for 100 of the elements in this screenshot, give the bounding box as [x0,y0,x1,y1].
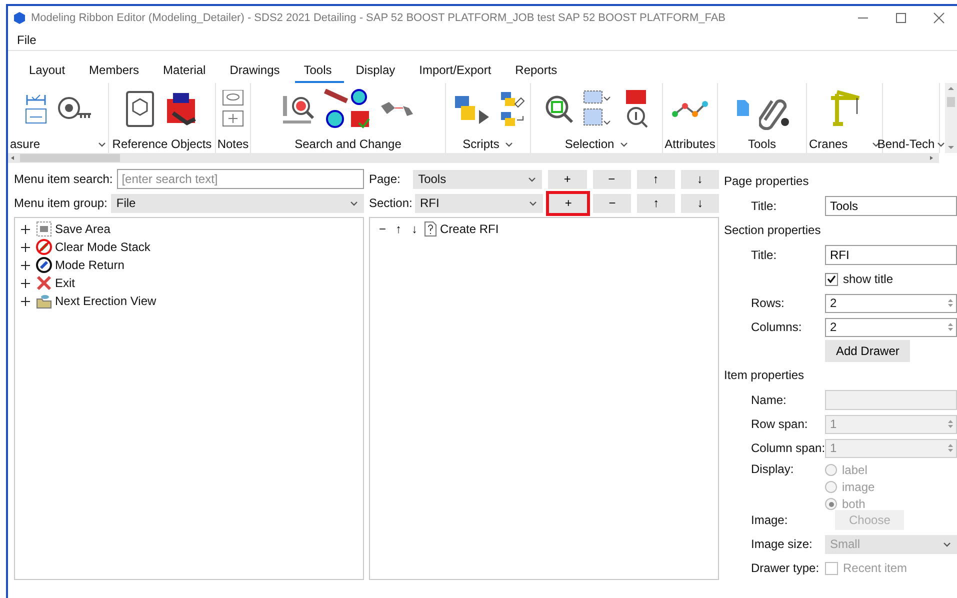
window-title: Modeling Ribbon Editor (Modeling_Detailer) - SDS2 2021 Detailing - SAP 52 BOOST PLATFORM_JOB test SAP 52 BOOST PLATFORM_FAB [31,12,727,24]
search-field[interactable]: [enter search text] [116,169,364,189]
caret-icon[interactable] [350,200,358,206]
group-dropdown[interactable]: File [111,194,364,212]
ribbon-tab[interactable]: Members [80,61,152,83]
tree-item[interactable]: Clear Mode Stack [55,240,150,254]
menu-item[interactable]: File [17,33,36,47]
help-document-icon [424,221,437,237]
field-label: Image: [750,513,789,527]
item-control[interactable]: − [376,222,389,236]
notes-icon[interactable] [222,90,244,128]
cross-icon [36,275,52,291]
graph-nodes-icon[interactable] [671,98,709,120]
ribbon-tab[interactable]: Display [346,61,408,83]
tool-button[interactable]: ↑ [636,170,675,188]
spin-box[interactable]: 2 [825,294,957,312]
search-change-drawing[interactable] [323,89,371,129]
folder-eye-icon [36,293,52,309]
group-label: Scripts [462,137,500,151]
tool-button[interactable]: ↑ [637,194,676,212]
field-label: Column span: [750,441,825,455]
expand-icon[interactable] [21,296,30,306]
ribbon-tab[interactable]: Layout [20,61,78,83]
book-icon[interactable] [125,91,155,127]
ribbon-tab[interactable]: Reports [506,61,570,83]
field-label: Page: [369,172,402,186]
spin-arrows-icon[interactable] [947,297,954,309]
tool-button[interactable]: + [548,170,587,188]
tags-icon[interactable] [379,100,415,118]
radio-label: both [842,497,866,511]
field-label: Menu item search: [14,172,113,186]
dropdown[interactable]: Tools [413,170,542,188]
group-label: Notes [217,137,249,151]
check-icon [827,275,836,283]
field-label: Rows: [750,296,786,310]
python-edit-icon[interactable] [499,90,525,128]
ribbon-tab[interactable]: Drawings [220,61,292,83]
group-label: Selection [564,137,614,151]
dropdown-caret-icon[interactable] [936,142,945,146]
list-item[interactable]: Create RFI [440,222,499,236]
no-entry-icon [36,239,52,255]
tool-button[interactable]: + [549,194,588,212]
measure-icon[interactable] [23,93,49,125]
expand-icon[interactable] [21,278,30,288]
field-label: Drawer type: [750,561,820,575]
spin-box[interactable]: 2 [825,318,957,336]
group-label: Reference Objects [112,137,212,151]
text-field[interactable]: RFI [825,245,957,265]
tree-item[interactable]: Save Area [55,222,110,236]
field-label: Name: [750,393,788,407]
group-label: Attributes [664,137,716,151]
maximize-icon[interactable] [895,12,907,24]
horizontal-scrollbar[interactable] [8,153,939,163]
item-control[interactable]: ↓ [408,222,421,236]
tape-measure-icon[interactable] [57,96,93,122]
field-label: Row span: [750,417,809,431]
close-icon[interactable] [933,12,945,24]
expand-icon[interactable] [21,260,30,270]
caret-icon[interactable] [529,200,538,206]
field-label: Title: [750,199,778,213]
dropdown-caret-icon[interactable] [98,142,106,146]
tool-button[interactable]: − [593,194,632,212]
spin-arrows-icon[interactable] [947,321,954,333]
vertical-scrollbar[interactable] [945,83,957,153]
tool-button[interactable]: ↓ [681,194,720,212]
dropdown-caret-icon[interactable] [620,142,628,146]
tree-item[interactable]: Exit [55,276,76,290]
item-control[interactable]: ↑ [392,222,405,236]
field-label: Display: [750,461,795,476]
field-label: Image size: [750,537,814,551]
ribbon-tab[interactable]: Material [154,61,218,83]
checkbox-label: Recent item [843,561,908,575]
push-button[interactable]: Add Drawer [825,340,910,362]
caret-icon[interactable] [528,176,536,182]
field-label: Columns: [750,320,803,334]
app-icon [14,12,25,24]
tree-item[interactable]: Next Erection View [55,294,156,308]
checkbox-label: show title [843,272,894,286]
dropdown[interactable]: RFI [415,194,544,212]
camera-icon [36,221,52,237]
group-label: Bend-Tech [877,137,935,151]
group-label: asure [10,137,40,151]
checkbox[interactable] [825,272,838,286]
text-field[interactable]: Tools [825,196,957,216]
section-heading: Section properties [724,222,822,239]
group-label: Tools [748,137,776,151]
radio-label: image [842,480,875,494]
dropdown-caret-icon[interactable] [872,142,880,146]
section-heading: Item properties [724,367,806,384]
ribbon-tab[interactable]: Import/Export [410,61,504,83]
dropdown-caret-icon[interactable] [505,142,514,146]
ribbon-tab[interactable]: Tools [294,61,344,83]
radio-label: label [842,463,868,477]
tree-item[interactable]: Mode Return [55,258,124,272]
tool-button[interactable]: ↓ [680,170,719,188]
tool-button[interactable]: − [592,170,631,188]
zoom-select-icon[interactable] [544,94,574,124]
field-label: Title: [750,248,778,262]
expand-icon[interactable] [21,224,30,234]
expand-icon[interactable] [21,242,30,252]
